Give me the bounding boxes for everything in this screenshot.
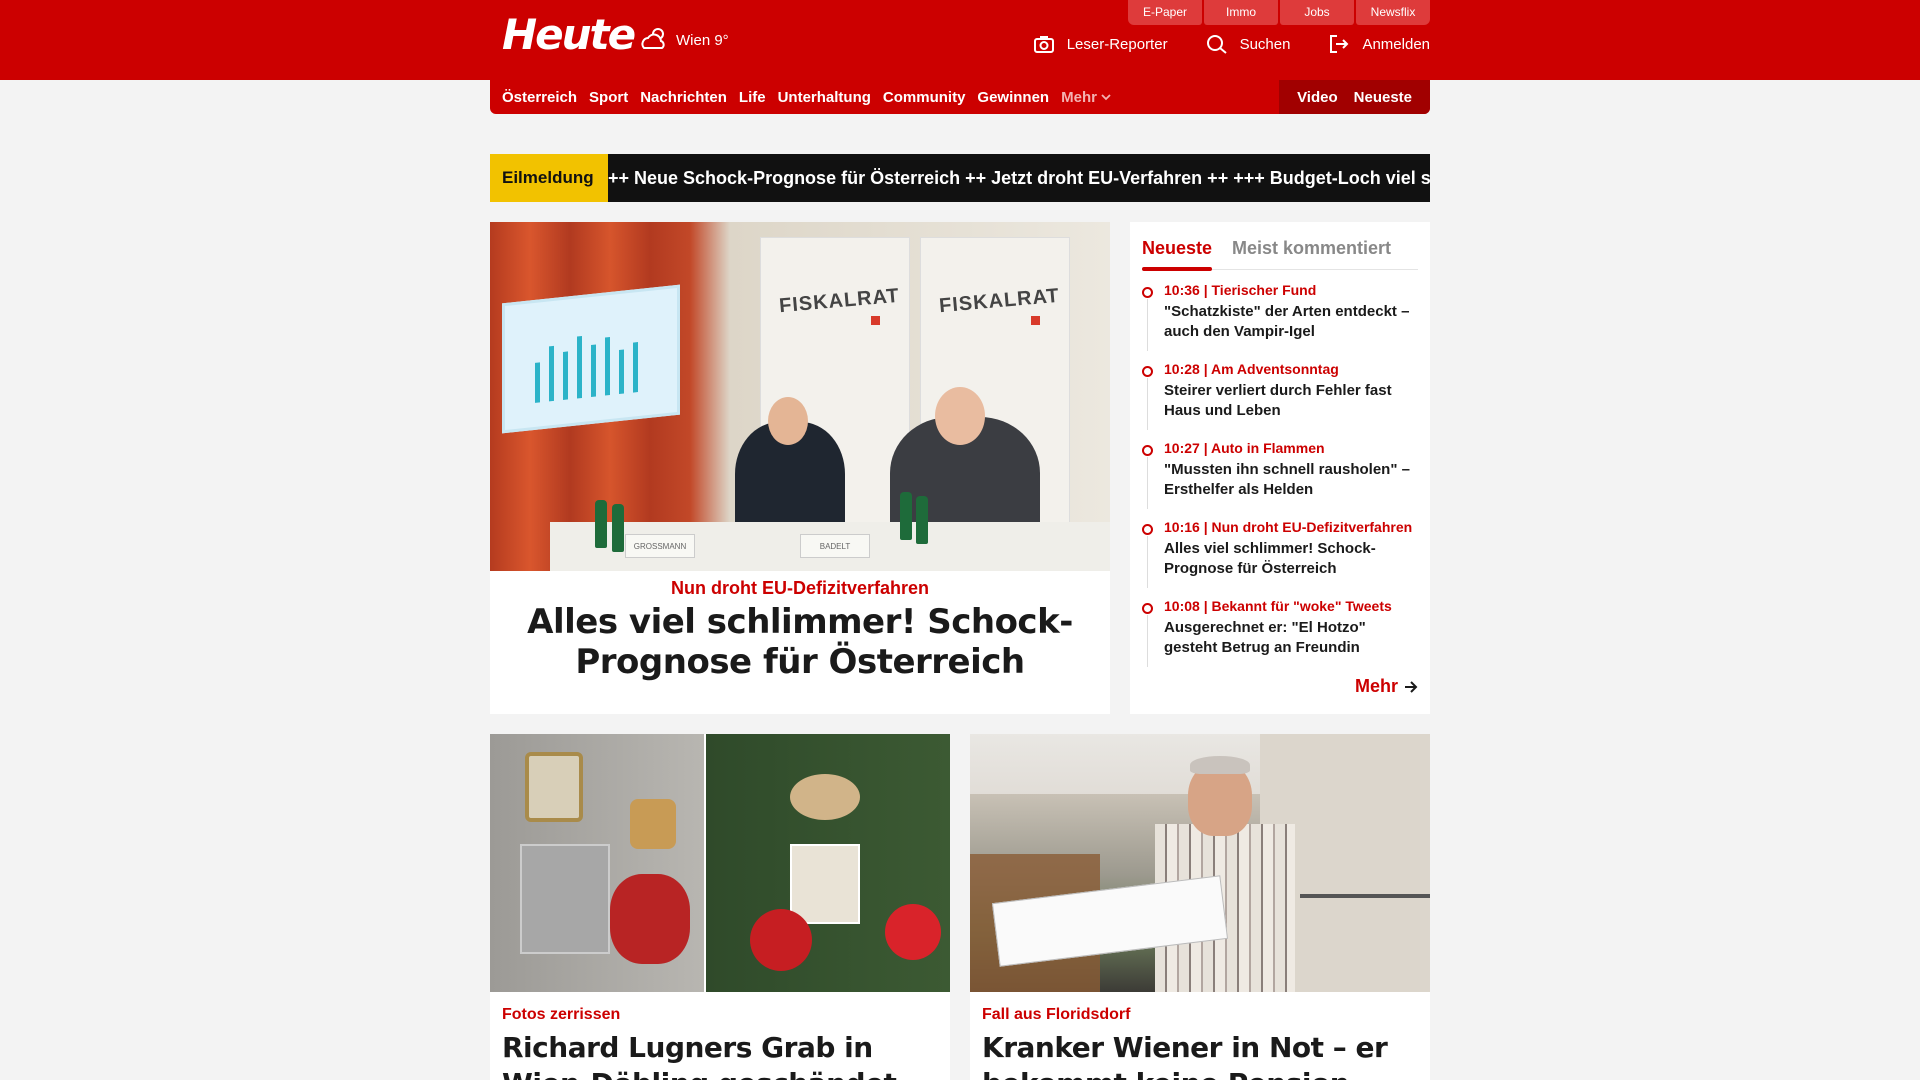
- speaker-left-head: [768, 397, 808, 445]
- teaser-kicker[interactable]: Fotos zerrissen: [502, 1006, 620, 1024]
- leser-reporter-button[interactable]: Leser-Reporter: [1033, 34, 1168, 54]
- hero-kicker[interactable]: Nun droht EU-Defizitverfahren: [490, 578, 1110, 599]
- timeline-item[interactable]: 10:28 | Am Adventsonntag Steirer verlier…: [1142, 361, 1418, 440]
- timeline-item-title[interactable]: Ausgerechnet er: "El Hotzo" gesteht Betr…: [1164, 618, 1418, 658]
- header-actions: Leser-Reporter Suchen Anmelden: [1033, 34, 1430, 54]
- timeline-item[interactable]: 10:16 | Nun droht EU-Defizitverfahren Al…: [1142, 519, 1418, 598]
- site-logo[interactable]: Heute: [502, 10, 636, 59]
- nav-item-gewinnen[interactable]: Gewinnen: [977, 89, 1061, 106]
- timeline-item-meta: 10:16 | Nun droht EU-Defizitverfahren: [1164, 519, 1413, 535]
- tab-meist-kommentiert[interactable]: Meist kommentiert: [1232, 238, 1391, 259]
- timeline-item-meta: 10:28 | Am Adventsonntag: [1164, 361, 1339, 377]
- nameplate-right: BADELT: [800, 534, 870, 558]
- leser-reporter-label: Leser-Reporter: [1066, 35, 1168, 53]
- service-tabs: E-Paper Immo Jobs Newsflix: [1128, 0, 1430, 25]
- masthead: Heute Wien 9° E-Paper Immo Jobs Newsflix…: [0, 0, 1920, 80]
- timeline-item-title[interactable]: Steirer verliert durch Fehler fast Haus …: [1164, 381, 1418, 421]
- teaser-headline[interactable]: Kranker Wiener in Not – er bekommt keine…: [982, 1030, 1422, 1080]
- sidebar-more-label: Mehr: [1354, 676, 1398, 696]
- teaser-kicker[interactable]: Fall aus Floridsdorf: [982, 1006, 1130, 1024]
- service-tab-immo[interactable]: Immo: [1204, 0, 1278, 25]
- timeline-item[interactable]: 10:36 | Tierischer Fund "Schatzkiste" de…: [1142, 282, 1418, 361]
- breaking-news-label: Eilmeldung: [490, 154, 608, 202]
- service-tab-jobs[interactable]: Jobs: [1280, 0, 1354, 25]
- nav-item-nachrichten[interactable]: Nachrichten: [640, 89, 739, 106]
- camera-icon: [1033, 36, 1054, 53]
- teaser-card[interactable]: Fotos zerrissen Richard Lugners Grab in …: [490, 734, 950, 1080]
- service-tab-newsflix[interactable]: Newsflix: [1356, 0, 1430, 25]
- login-icon: [1330, 35, 1349, 53]
- latest-news-sidebar: Neueste Meist kommentiert 10:36 | Tieris…: [1130, 222, 1430, 714]
- active-tab-indicator: [1142, 267, 1212, 271]
- hero-image[interactable]: FISKALRAT FISKALRAT GROSSMANN BADELT: [490, 222, 1110, 571]
- weather-label: Wien 9°: [676, 31, 729, 49]
- timeline-item-meta: 10:36 | Tierischer Fund: [1164, 282, 1317, 298]
- timeline-item[interactable]: 10:08 | Bekannt für "woke" Tweets Ausger…: [1142, 598, 1418, 677]
- teaser-card[interactable]: Fall aus Floridsdorf Kranker Wiener in N…: [970, 734, 1430, 1080]
- login-label: Anmelden: [1362, 35, 1430, 53]
- timeline-item-title[interactable]: "Mussten ihn schnell rausholen" – Ersthe…: [1164, 460, 1418, 500]
- service-tab-epaper[interactable]: E-Paper: [1128, 0, 1202, 25]
- main-nav: Österreich Sport Nachrichten Life Unterh…: [490, 80, 1430, 114]
- news-timeline: 10:36 | Tierischer Fund "Schatzkiste" de…: [1142, 282, 1418, 677]
- nav-item-community[interactable]: Community: [883, 89, 978, 106]
- cloud-sun-icon: [641, 28, 665, 49]
- search-icon: [1206, 35, 1227, 54]
- nav-item-video[interactable]: Video: [1297, 89, 1338, 106]
- sidebar-more-link[interactable]: Mehr: [1355, 676, 1418, 697]
- teaser-image-grave[interactable]: [490, 734, 950, 992]
- hero-article[interactable]: FISKALRAT FISKALRAT GROSSMANN BADELT Nun…: [490, 222, 1110, 714]
- tab-neueste[interactable]: Neueste: [1142, 238, 1212, 259]
- nav-item-sport[interactable]: Sport: [589, 89, 640, 106]
- nameplate-left: GROSSMANN: [625, 534, 695, 558]
- speaker-right-head: [935, 387, 985, 445]
- timeline-item-title[interactable]: Alles viel schlimmer! Schock-Prognose fü…: [1164, 539, 1418, 579]
- teaser-image-pensioner[interactable]: [970, 734, 1430, 992]
- login-button[interactable]: Anmelden: [1328, 34, 1430, 54]
- chevron-down-icon: [1101, 94, 1111, 101]
- arrow-right-icon: [1405, 680, 1418, 693]
- weather-widget[interactable]: Wien 9°: [638, 26, 729, 54]
- nav-more-dropdown[interactable]: Mehr: [1061, 89, 1123, 106]
- timeline-item-meta: 10:08 | Bekannt für "woke" Tweets: [1164, 598, 1392, 614]
- teaser-headline[interactable]: Richard Lugners Grab in Wien-Döbling ges…: [502, 1030, 942, 1080]
- search-button[interactable]: Suchen: [1206, 34, 1291, 54]
- nav-item-oesterreich[interactable]: Österreich: [502, 89, 589, 106]
- nav-items: Österreich Sport Nachrichten Life Unterh…: [490, 89, 1279, 106]
- hero-headline[interactable]: Alles viel schlimmer! Schock-Prognose fü…: [500, 602, 1100, 682]
- breaking-news-text[interactable]: ++ Neue Schock-Prognose für Österreich +…: [608, 154, 1430, 202]
- nav-item-life[interactable]: Life: [739, 89, 778, 106]
- timeline-item[interactable]: 10:27 | Auto in Flammen "Mussten ihn sch…: [1142, 440, 1418, 519]
- search-label: Suchen: [1239, 35, 1291, 53]
- nav-item-neueste[interactable]: Neueste: [1354, 89, 1412, 106]
- breaking-news-ticker[interactable]: Eilmeldung ++ Neue Schock-Prognose für Ö…: [490, 154, 1430, 202]
- timeline-item-title[interactable]: "Schatzkiste" der Arten entdeckt – auch …: [1164, 302, 1418, 342]
- timeline-item-meta: 10:27 | Auto in Flammen: [1164, 440, 1325, 456]
- sidebar-tabs: Neueste Meist kommentiert: [1142, 230, 1418, 271]
- masthead-inner: Heute Wien 9° E-Paper Immo Jobs Newsflix…: [490, 0, 1430, 80]
- presentation-screen: [502, 284, 680, 434]
- nav-more-label: Mehr: [1061, 88, 1097, 106]
- nav-right-group: Video Neueste: [1279, 80, 1430, 114]
- nav-item-unterhaltung[interactable]: Unterhaltung: [778, 89, 883, 106]
